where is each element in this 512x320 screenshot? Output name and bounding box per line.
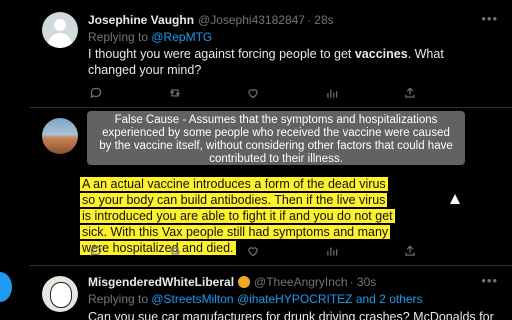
views-icon[interactable] (324, 85, 340, 101)
avatar[interactable] (42, 118, 78, 154)
mouse-cursor-icon (450, 194, 460, 204)
heart-icon[interactable] (245, 85, 261, 101)
user-handle[interactable]: @TheeAngryInch (254, 275, 348, 289)
display-name[interactable]: Josephine Vaughn (88, 13, 194, 27)
reply-icon[interactable] (88, 85, 104, 101)
compose-button[interactable] (0, 272, 12, 302)
tweet-text-part: I thought you were against forcing peopl… (88, 47, 355, 61)
avatar[interactable] (42, 12, 78, 48)
fallacy-tooltip: False Cause - Assumes that the symptoms … (87, 111, 465, 165)
retweet-icon[interactable] (167, 85, 183, 101)
timestamp[interactable]: · 30s (350, 275, 377, 289)
mention-others-link[interactable]: and 2 others (356, 292, 423, 306)
more-options-icon[interactable]: ••• (481, 11, 498, 26)
mention-link[interactable]: @ihateHYPOCRITEZ (237, 292, 353, 306)
default-avatar-head (54, 19, 66, 31)
tweet-text-bold: vaccines (354, 47, 408, 61)
mention-link[interactable]: @RepMTG (151, 30, 212, 44)
mention-link[interactable]: @StreetsMilton (151, 292, 233, 306)
replying-prefix: Replying to (88, 292, 152, 306)
tweet-actions (88, 243, 418, 259)
more-options-icon[interactable]: ••• (481, 273, 498, 288)
heart-icon[interactable] (245, 243, 261, 259)
divider (30, 265, 512, 266)
tweet-header: Josephine Vaughn @Josephi43182847 · 28s (88, 12, 334, 28)
user-handle[interactable]: @Josephi43182847 (198, 13, 305, 27)
tweet-text: I thought you were against forcing peopl… (88, 46, 458, 78)
share-icon[interactable] (402, 243, 418, 259)
tweet-actions (88, 85, 418, 101)
replying-to: Replying to @StreetsMilton @ihateHYPOCRI… (88, 292, 423, 306)
replying-prefix: Replying to (88, 30, 152, 44)
timestamp[interactable]: · 28s (307, 13, 334, 27)
share-icon[interactable] (402, 85, 418, 101)
left-gutter (0, 0, 30, 320)
divider (30, 107, 512, 108)
views-icon[interactable] (324, 243, 340, 259)
default-avatar-body (48, 33, 72, 48)
timeline-feed: Josephine Vaughn @Josephi43182847 · 28s … (30, 0, 512, 320)
tweet-header: MisgenderedWhiteLiberal @TheeAngryInch ·… (88, 274, 376, 290)
display-name[interactable]: MisgenderedWhiteLiberal (88, 275, 234, 289)
sketch-face-icon (50, 282, 72, 308)
reply-icon[interactable] (88, 243, 104, 259)
avatar[interactable] (42, 276, 78, 312)
emoji-icon (238, 276, 251, 288)
replying-to: Replying to @RepMTG (88, 30, 212, 44)
tooltip-text: False Cause - Assumes that the symptoms … (99, 114, 453, 165)
tweet-text: Can you sue car manufacturers for drunk … (88, 310, 494, 320)
retweet-icon[interactable] (167, 243, 183, 259)
